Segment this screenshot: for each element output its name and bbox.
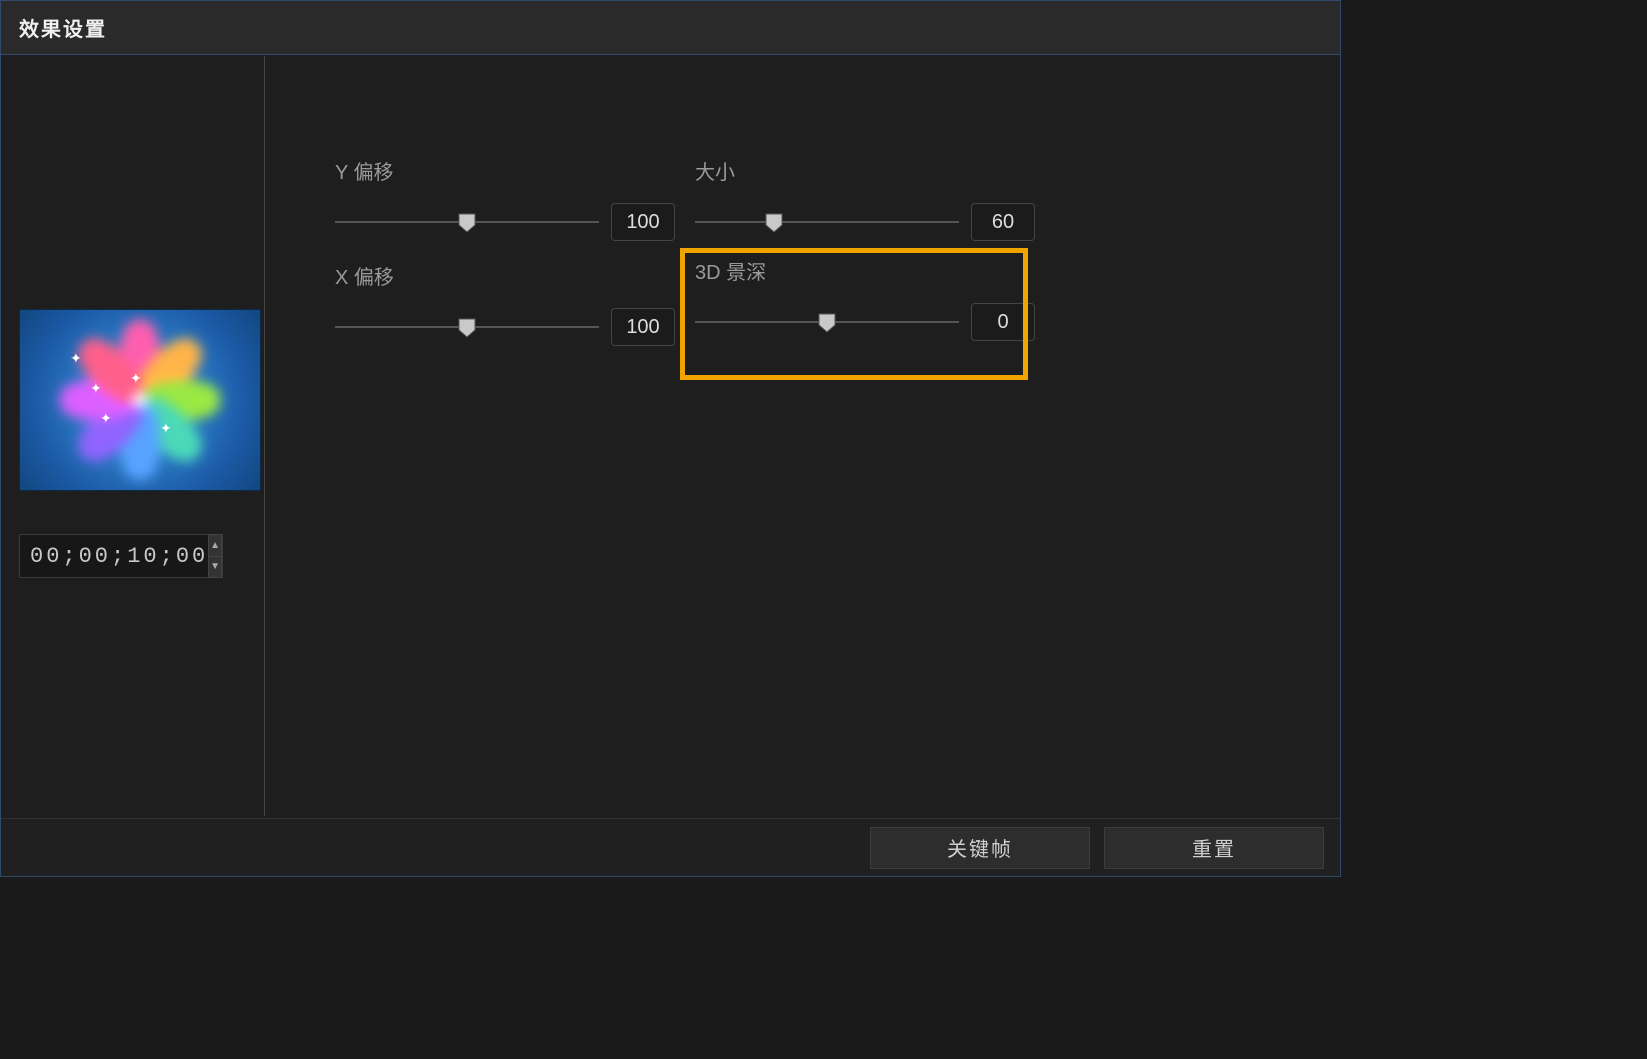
param-label: 3D 景深	[695, 256, 1035, 285]
timecode-step-up[interactable]: ▲	[208, 534, 222, 556]
param-label: 大小	[695, 156, 1035, 185]
preview-thumbnail: ✦ ✦ ✦ ✦ ✦	[19, 309, 261, 491]
timecode-steppers: ▲ ▼	[208, 534, 222, 578]
y-offset-slider[interactable]	[335, 212, 599, 232]
body-area: ✦ ✦ ✦ ✦ ✦ 00;00;10;00 ▲ ▼ Y 偏移	[2, 56, 1339, 816]
param-x-offset: X 偏移 100	[335, 261, 675, 346]
keyframe-button[interactable]: 关键帧	[870, 827, 1090, 869]
slider-thumb-icon[interactable]	[765, 213, 783, 231]
slider-thumb-icon[interactable]	[458, 318, 476, 336]
size-slider[interactable]	[695, 212, 959, 232]
slider-thumb-icon[interactable]	[458, 213, 476, 231]
param-y-offset: Y 偏移 100	[335, 156, 675, 241]
footer-bar: 关键帧 重置	[1, 818, 1340, 876]
param-label: X 偏移	[335, 261, 675, 290]
timecode-box[interactable]: 00;00;10;00 ▲ ▼	[19, 534, 223, 578]
reset-button[interactable]: 重置	[1104, 827, 1324, 869]
param-size: 大小 60	[695, 156, 1035, 241]
slider-thumb-icon[interactable]	[818, 313, 836, 331]
x-offset-slider[interactable]	[335, 317, 599, 337]
timecode-step-down[interactable]: ▼	[208, 556, 222, 579]
param-3d-depth: 3D 景深 0	[695, 256, 1035, 341]
y-offset-value[interactable]: 100	[611, 203, 675, 241]
parameters-panel: Y 偏移 100 X 偏移	[265, 56, 1339, 816]
size-value[interactable]: 60	[971, 203, 1035, 241]
depth-value[interactable]: 0	[971, 303, 1035, 341]
depth-slider[interactable]	[695, 312, 959, 332]
effect-settings-window: 效果设置 ✦ ✦ ✦ ✦ ✦	[0, 0, 1341, 877]
timecode-value: 00;00;10;00	[20, 544, 208, 569]
pinwheel-graphic	[50, 310, 230, 490]
left-panel: ✦ ✦ ✦ ✦ ✦ 00;00;10;00 ▲ ▼	[2, 56, 265, 816]
titlebar: 效果设置	[1, 1, 1340, 55]
window-title: 效果设置	[19, 13, 107, 42]
x-offset-value[interactable]: 100	[611, 308, 675, 346]
param-label: Y 偏移	[335, 156, 675, 185]
